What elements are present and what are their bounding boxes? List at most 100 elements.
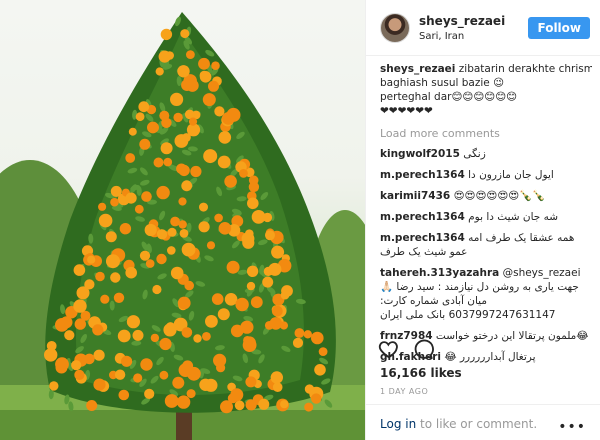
- orange-fruit: [199, 202, 208, 212]
- orange-fruit: [156, 185, 170, 200]
- comment-username[interactable]: tahereh.313yazahra: [380, 267, 499, 279]
- orange-fruit: [93, 349, 105, 361]
- orange-fruit: [294, 328, 305, 338]
- likes-count[interactable]: 16,166 likes: [380, 366, 462, 380]
- orange-fruit: [170, 266, 184, 280]
- orange-fruit: [114, 369, 126, 380]
- action-bar: [378, 338, 434, 360]
- orange-fruit: [76, 286, 90, 300]
- username[interactable]: sheys_rezaei: [419, 14, 528, 28]
- comment-username[interactable]: karimii7436: [380, 190, 450, 202]
- comment-username[interactable]: m.perech1364: [380, 211, 465, 223]
- orange-fruit: [73, 264, 86, 276]
- orange-fruit: [218, 222, 232, 235]
- orange-fruit: [272, 382, 283, 393]
- orange-fruit: [87, 255, 96, 264]
- orange-fruit: [181, 180, 193, 192]
- orange-fruit: [248, 175, 259, 186]
- orange-fruit: [100, 294, 110, 304]
- orange-fruit: [46, 341, 57, 351]
- orange-fruit: [105, 231, 117, 243]
- comment-icon[interactable]: [412, 338, 434, 360]
- orange-fruit: [208, 80, 219, 92]
- orange-fruit: [160, 142, 173, 155]
- orange-fruit: [149, 122, 159, 133]
- orange-fruit: [106, 254, 120, 269]
- orange-fruit: [139, 138, 151, 150]
- comment-text: پرتغال آبدارررررر 😂: [444, 351, 536, 363]
- orange-fruit: [140, 358, 153, 371]
- orange-fruit: [156, 253, 167, 265]
- orange-fruit: [303, 330, 312, 339]
- orange-fruit: [214, 106, 225, 117]
- user-info: sheys_rezaei Sari, Iran: [419, 14, 528, 42]
- orange-fruit: [214, 213, 223, 223]
- orange-fruit: [246, 281, 256, 291]
- orange-fruit: [55, 361, 68, 374]
- orange-fruit: [206, 241, 216, 250]
- comment-text: ایول جان مازرون دا: [468, 169, 554, 181]
- login-link[interactable]: Log in: [380, 417, 416, 431]
- more-options-icon[interactable]: •••: [558, 419, 586, 435]
- comment-text: 😍😍😍😍😍😍🍾🍾: [453, 190, 546, 202]
- orange-fruit: [181, 327, 193, 338]
- orange-fruit: [92, 324, 104, 336]
- comment: tahereh.313yazahra @sheys_rezaei 🙏🏻 جهت …: [380, 266, 592, 322]
- follow-button[interactable]: Follow: [528, 16, 590, 39]
- heart-icon[interactable]: [378, 338, 400, 360]
- post-photo[interactable]: [0, 0, 365, 440]
- orange-fruit: [271, 305, 283, 317]
- orange-fruit: [186, 50, 195, 59]
- comment-username[interactable]: kingwolf2015: [380, 148, 460, 160]
- orange-fruit: [271, 245, 285, 259]
- orange-fruit: [250, 296, 263, 309]
- caption-line: zibatarin derakhte chrismas 🎄: [458, 63, 592, 75]
- avatar[interactable]: [380, 12, 410, 43]
- orange-fruit: [134, 204, 144, 214]
- comment: m.perech1364 همه عشقا یک طرف امه عمو شیث…: [380, 231, 592, 259]
- login-footer: Log in to like or comment. •••: [366, 404, 600, 440]
- orange-fruit: [318, 347, 328, 356]
- orange-fruit: [170, 216, 181, 227]
- comment: karimii7436 😍😍😍😍😍😍🍾🍾: [380, 189, 592, 203]
- orange-fruit: [121, 355, 133, 367]
- orange-fruit: [311, 393, 322, 404]
- orange-fruit: [226, 260, 240, 274]
- caption-username[interactable]: sheys_rezaei: [380, 63, 455, 75]
- orange-fruit: [119, 223, 132, 235]
- orange-fruit: [203, 149, 218, 164]
- orange-fruit: [184, 280, 194, 291]
- orange-fruit: [216, 363, 226, 373]
- orange-fruit: [292, 337, 304, 348]
- orange-fruit: [190, 165, 202, 178]
- orange-fruit: [280, 290, 290, 300]
- comment-username[interactable]: m.perech1364: [380, 232, 465, 244]
- orange-fruit: [211, 61, 220, 70]
- orange-fruit: [133, 373, 143, 383]
- orange-fruit: [156, 229, 166, 239]
- location[interactable]: Sari, Iran: [419, 31, 528, 42]
- comment-text: شه جان شیث دا بوم: [468, 211, 559, 223]
- post-side-panel: sheys_rezaei Sari, Iran Follow sheys_rez…: [365, 0, 600, 440]
- orange-fruit: [144, 388, 155, 399]
- orange-fruit: [199, 70, 209, 80]
- orange-fruit: [218, 131, 232, 144]
- orange-fruit: [159, 370, 169, 380]
- orange-fruit: [159, 337, 172, 351]
- orange-fruit: [155, 67, 164, 76]
- orange-fruit: [270, 371, 283, 384]
- orange-fruit: [202, 332, 211, 341]
- load-more-comments[interactable]: Load more comments: [380, 127, 592, 141]
- orange-tree-image: [0, 12, 365, 440]
- orange-fruit: [73, 299, 87, 313]
- orange-fruit: [161, 117, 172, 128]
- comment-username[interactable]: m.perech1364: [380, 169, 465, 181]
- orange-fruit: [230, 324, 244, 338]
- orange-fruit: [235, 297, 249, 312]
- orange-fruit: [222, 112, 235, 125]
- orange-fruit: [126, 315, 140, 329]
- orange-fruit: [144, 223, 157, 237]
- orange-fruit: [167, 227, 177, 237]
- orange-fruit: [164, 394, 179, 408]
- orange-fruit: [74, 369, 85, 380]
